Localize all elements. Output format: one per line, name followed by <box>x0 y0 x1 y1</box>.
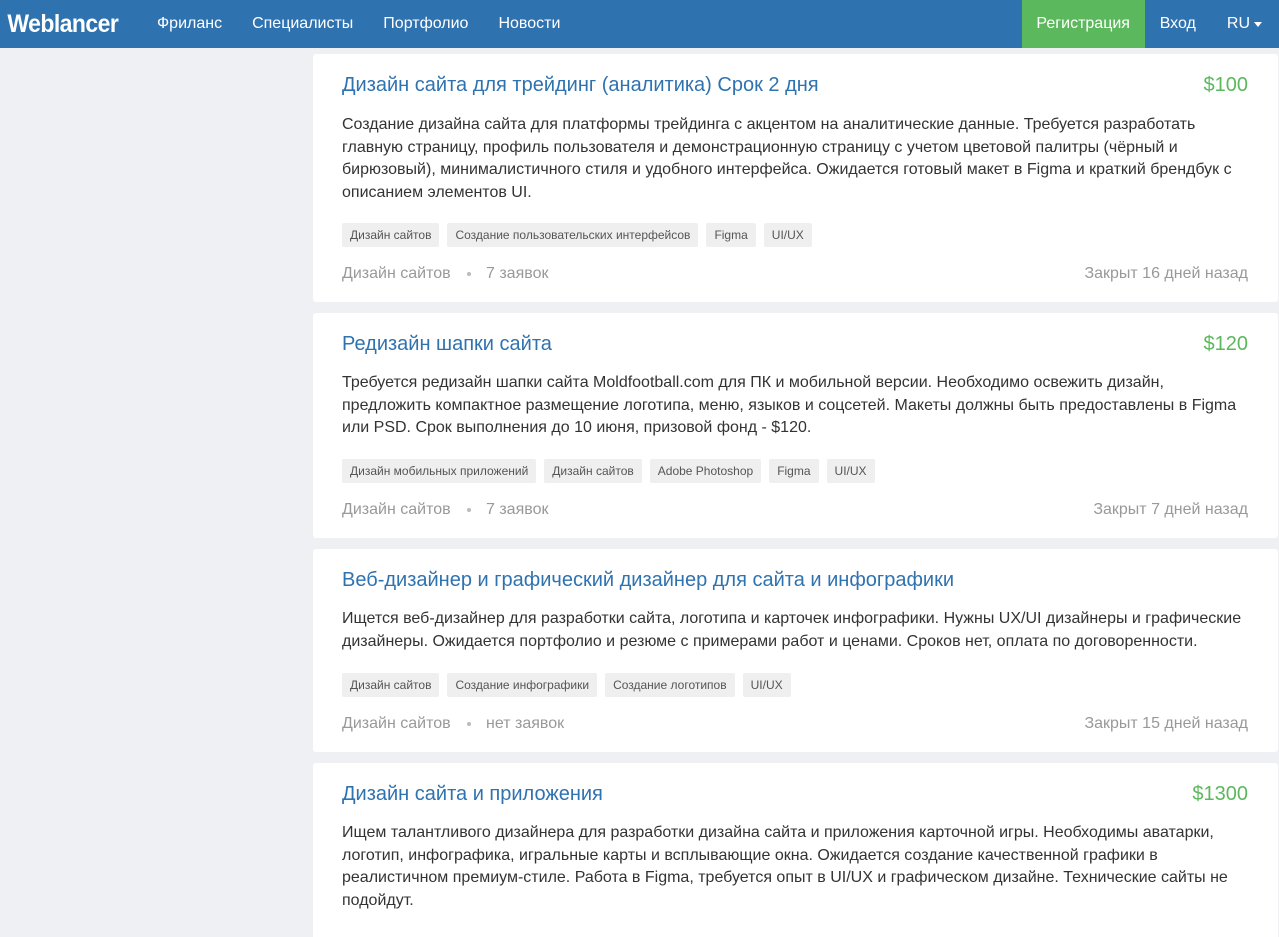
job-card: Дизайн сайта для трейдинг (аналитика) Ср… <box>313 54 1278 302</box>
job-tag[interactable]: Дизайн сайтов <box>342 223 440 247</box>
job-category[interactable]: Дизайн сайтов <box>342 499 451 521</box>
job-bids: 7 заявок <box>486 501 549 518</box>
job-category[interactable]: Дизайн сайтов <box>342 713 451 735</box>
job-header: Веб-дизайнер и графический дизайнер для … <box>342 567 1248 595</box>
job-title[interactable]: Дизайн сайта для трейдинг (аналитика) Ср… <box>342 72 819 98</box>
job-tags: Дизайн сайтов Создание пользовательских … <box>342 223 1248 247</box>
job-card: Редизайн шапки сайта $120 Требуется реди… <box>313 313 1278 538</box>
main-nav: Фриланс Специалисты Портфолио Новости <box>142 0 575 48</box>
nav-specialists[interactable]: Специалисты <box>237 0 368 48</box>
register-button[interactable]: Регистрация <box>1021 0 1145 48</box>
job-category[interactable]: Дизайн сайтов <box>342 263 451 285</box>
job-tag[interactable]: Figma <box>769 459 819 483</box>
job-description: Ищем талантливого дизайнера для разработ… <box>342 824 1228 909</box>
job-description: Создание дизайна сайта для платформы тре… <box>342 116 1232 201</box>
job-title[interactable]: Веб-дизайнер и графический дизайнер для … <box>342 567 954 593</box>
job-closed-status: Закрыт 7 дней назад <box>1093 501 1248 518</box>
job-header: Редизайн шапки сайта $120 <box>342 331 1248 359</box>
job-meta: Дизайн сайтов 7 заявок Закрыт 16 дней на… <box>342 263 1248 285</box>
job-price: $100 <box>1203 74 1249 96</box>
job-bids: 7 заявок <box>486 265 549 282</box>
job-tags: Дизайн мобильных приложений Дизайн сайто… <box>342 459 1248 483</box>
separator-dot-icon <box>467 722 471 726</box>
job-tag[interactable]: Дизайн сайтов <box>342 673 440 697</box>
job-price: $120 <box>1203 333 1249 355</box>
login-link[interactable]: Вход <box>1145 0 1211 48</box>
job-tag[interactable]: UI/UX <box>742 673 791 697</box>
job-description: Ищется веб-дизайнер для разработки сайта… <box>342 610 1242 650</box>
language-dropdown[interactable]: RU <box>1211 0 1279 48</box>
job-closed-status: Закрыт 15 дней назад <box>1084 715 1248 732</box>
site-logo[interactable]: Weblancer <box>0 0 131 48</box>
nav-freelance[interactable]: Фриланс <box>142 0 237 48</box>
job-bids: нет заявок <box>486 715 565 732</box>
job-tag[interactable]: Дизайн сайтов <box>544 459 642 483</box>
nav-news[interactable]: Новости <box>483 0 575 48</box>
job-tag[interactable]: Создание логотипов <box>605 673 735 697</box>
job-header: Дизайн сайта и приложения $1300 <box>342 781 1248 809</box>
caret-down-icon <box>1254 21 1262 27</box>
job-meta: Дизайн сайтов 7 заявок Закрыт 7 дней наз… <box>342 499 1248 521</box>
separator-dot-icon <box>467 508 471 512</box>
job-tags: Дизайн сайтов Создание инфографики Созда… <box>342 673 1248 697</box>
job-tag[interactable]: Adobe Photoshop <box>649 459 762 483</box>
language-label: RU <box>1226 15 1250 32</box>
job-tag[interactable]: Создание пользовательских интерфейсов <box>447 223 699 247</box>
job-price: $1300 <box>1192 783 1248 805</box>
job-tag[interactable]: Создание инфографики <box>447 673 598 697</box>
nav-right: Регистрация Вход RU <box>1021 0 1279 48</box>
job-title[interactable]: Редизайн шапки сайта <box>342 331 552 357</box>
separator-dot-icon <box>467 272 471 276</box>
job-title[interactable]: Дизайн сайта и приложения <box>342 781 603 807</box>
job-header: Дизайн сайта для трейдинг (аналитика) Ср… <box>342 72 1248 100</box>
job-description: Требуется редизайн шапки сайта Moldfootb… <box>342 374 1237 436</box>
job-closed-status: Закрыт 16 дней назад <box>1084 265 1248 282</box>
job-tag[interactable]: UI/UX <box>826 459 875 483</box>
top-navbar: Weblancer Фриланс Специалисты Портфолио … <box>0 0 1279 48</box>
job-card: Веб-дизайнер и графический дизайнер для … <box>313 549 1278 752</box>
job-meta: Дизайн сайтов нет заявок Закрыт 15 дней … <box>342 713 1248 735</box>
job-tag[interactable]: Figma <box>706 223 756 247</box>
nav-portfolio[interactable]: Портфолио <box>368 0 483 48</box>
job-card: Дизайн сайта и приложения $1300 Ищем тал… <box>313 763 1278 937</box>
job-tag[interactable]: Дизайн мобильных приложений <box>342 459 537 483</box>
job-tag[interactable]: UI/UX <box>763 223 812 247</box>
